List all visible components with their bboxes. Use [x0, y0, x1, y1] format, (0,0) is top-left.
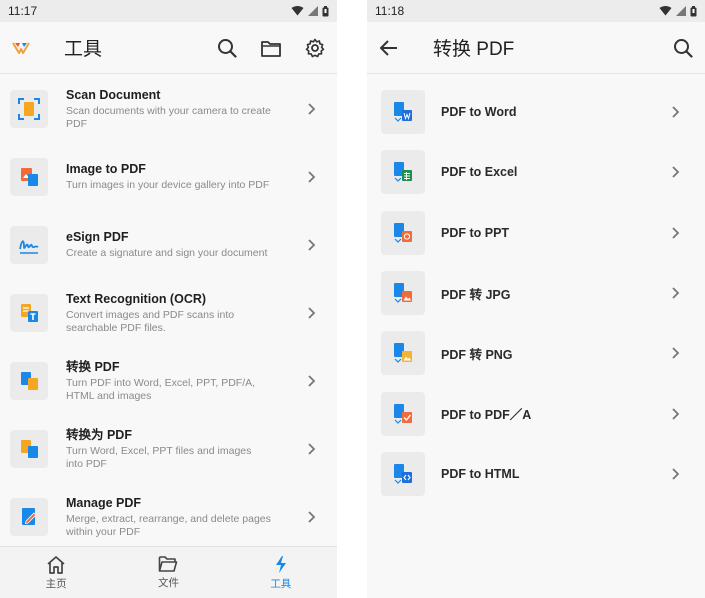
wifi-icon [659, 6, 672, 16]
nav-label: 主页 [45, 577, 67, 590]
convert-item-pdf-to-ppt[interactable]: PDF to PPT [367, 203, 705, 263]
back-arrow-icon[interactable] [377, 36, 401, 60]
convert-item-label: PDF to PDF／A [441, 408, 532, 423]
chevron-right-icon [672, 166, 680, 179]
pdf-to-html-icon [381, 451, 425, 496]
signal-icon [308, 6, 318, 16]
tool-title: Image to PDF [66, 162, 146, 176]
signal-icon [676, 6, 686, 16]
chevron-right-icon [672, 287, 680, 299]
status-bar: 11:18 [367, 0, 705, 22]
tool-item-convert-to-pdf[interactable]: 转换为 PDF Turn Word, Excel, PPT files and … [0, 415, 337, 483]
chevron-right-icon [308, 511, 316, 523]
pdf-to-ppt-icon [381, 210, 425, 255]
tools-screen: 11:17 工具 Scan Document Scan documents wi… [0, 0, 337, 598]
folder-icon[interactable] [259, 36, 283, 60]
app-bar: 工具 [0, 22, 337, 74]
status-bar: 11:17 [0, 0, 337, 22]
tool-description: Turn PDF into Word, Excel, PPT, PDF/A, H… [66, 376, 256, 402]
tool-description: Turn images in your device gallery into … [66, 179, 270, 191]
tool-title: Scan Document [66, 87, 161, 102]
status-icons [291, 5, 329, 17]
convert-item-pdf-to-jpg[interactable]: PDF 转 JPG [367, 263, 705, 323]
app-bar: 转换 PDF [367, 22, 705, 74]
manage-pdf-icon [10, 498, 48, 536]
tool-description: Merge, extract, rearrange, and delete pa… [66, 512, 271, 538]
convert-item-label: PDF to Excel [441, 165, 518, 180]
tool-item-manage-pdf[interactable]: Manage PDF Merge, extract, rearrange, an… [0, 483, 337, 546]
page-title: 工具 [64, 39, 103, 60]
battery-icon [690, 5, 697, 16]
convert-pdf-icon [10, 362, 48, 400]
chevron-right-icon [672, 227, 680, 239]
bottom-navigation: 主页 文件 工具 [0, 546, 337, 598]
convert-item-label: PDF 转 JPG [441, 287, 511, 302]
wifi-icon [291, 6, 304, 16]
ocr-icon [10, 294, 48, 332]
tool-title: 转换 PDF [66, 359, 120, 374]
tool-item-convert-pdf[interactable]: 转换 PDF Turn PDF into Word, Excel, PPT, P… [0, 347, 337, 415]
conversion-list: PDF to Word PDF to Excel PDF to PPT PDF … [367, 82, 705, 504]
tool-item-scan-document[interactable]: Scan Document Scan documents with your c… [0, 75, 337, 143]
chevron-right-icon [308, 375, 316, 387]
convert-item-label: PDF to HTML [441, 466, 520, 481]
chevron-right-icon [308, 307, 316, 319]
convert-item-pdf-to-html[interactable]: PDF to HTML [367, 444, 705, 504]
status-time: 11:18 [375, 4, 405, 18]
settings-gear-icon[interactable] [303, 36, 327, 60]
status-icons [659, 5, 697, 17]
nav-label: 文件 [157, 577, 179, 589]
nav-files[interactable]: 文件 [112, 547, 224, 598]
chevron-right-icon [672, 347, 680, 359]
tool-title: 转换为 PDF [66, 427, 132, 442]
app-logo-icon[interactable] [12, 41, 30, 55]
page-title: 转换 PDF [433, 39, 515, 60]
scan-document-icon [10, 90, 48, 128]
chevron-right-icon [308, 103, 316, 115]
tool-item-esign-pdf[interactable]: eSign PDF Create a signature and sign yo… [0, 211, 337, 279]
chevron-right-icon [308, 239, 316, 251]
pdf-to-jpg-icon [381, 271, 425, 316]
chevron-right-icon [308, 443, 316, 455]
folder-open-icon [159, 556, 178, 572]
lightning-icon [275, 555, 286, 573]
pdf-to-excel-icon [381, 150, 425, 195]
chevron-right-icon [672, 468, 680, 480]
tool-description: Turn Word, Excel, PPT files and images i… [66, 444, 252, 470]
convert-to-pdf-icon [10, 430, 48, 468]
tool-description: Create a signature and sign your documen… [66, 247, 268, 259]
nav-label: 工具 [270, 577, 292, 590]
search-icon[interactable] [215, 36, 239, 60]
status-time: 11:17 [8, 4, 38, 18]
nav-tools[interactable]: 工具 [225, 547, 337, 598]
search-icon[interactable] [671, 36, 695, 60]
convert-item-label: PDF 转 PNG [441, 347, 513, 362]
convert-item-pdf-to-png[interactable]: PDF 转 PNG [367, 323, 705, 383]
tool-title: Manage PDF [66, 495, 142, 510]
convert-pdf-screen: 11:18 转换 PDF PDF to Word PDF to Excel PD… [367, 0, 705, 598]
chevron-right-icon [672, 407, 680, 420]
chevron-right-icon [308, 171, 316, 183]
tool-item-image-to-pdf[interactable]: Image to PDF Turn images in your device … [0, 143, 337, 211]
tool-description: Scan documents with your camera to creat… [66, 104, 271, 130]
tool-title: eSign PDF [66, 230, 129, 244]
tool-description: Convert images and PDF scans into search… [66, 308, 235, 334]
convert-item-pdf-to-word[interactable]: PDF to Word [367, 82, 705, 142]
convert-item-label: PDF to Word [441, 105, 517, 120]
convert-item-label: PDF to PPT [441, 225, 510, 240]
home-icon [47, 555, 65, 574]
battery-icon [322, 5, 329, 16]
tool-list: Scan Document Scan documents with your c… [0, 75, 337, 546]
pdf-to-word-icon [381, 90, 425, 135]
convert-item-pdf-to-pdfa[interactable]: PDF to PDF／A [367, 383, 705, 443]
signature-icon [10, 226, 48, 264]
pdf-to-png-icon [381, 331, 425, 376]
tool-item-text-recognition[interactable]: Text Recognition (OCR) Convert images an… [0, 279, 337, 347]
chevron-right-icon [672, 106, 680, 118]
tool-title: Text Recognition (OCR) [66, 291, 207, 306]
image-to-pdf-icon [10, 158, 48, 196]
nav-home[interactable]: 主页 [0, 547, 112, 598]
convert-item-pdf-to-excel[interactable]: PDF to Excel [367, 142, 705, 202]
pdf-to-pdfa-icon [381, 391, 425, 436]
